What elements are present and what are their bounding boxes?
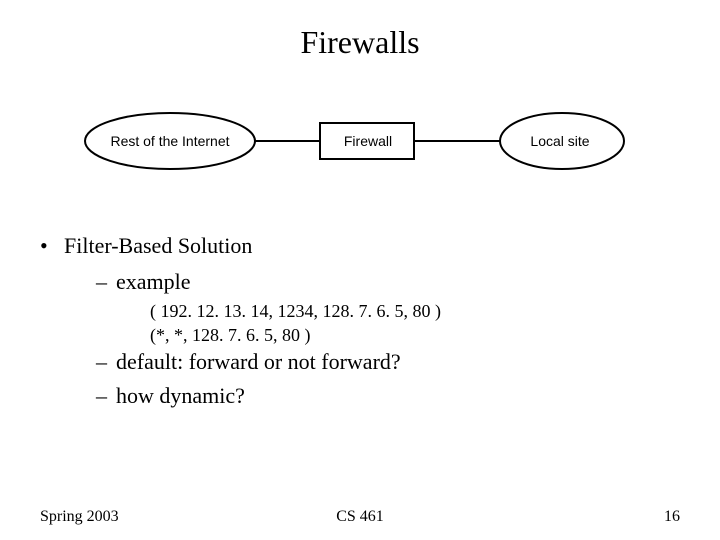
diagram-label-internet: Rest of the Internet: [90, 133, 250, 149]
firewall-diagram: Rest of the Internet Firewall Local site: [0, 101, 720, 191]
bullet-l2c-text: how dynamic?: [116, 381, 245, 411]
bullet-level2: – example: [96, 267, 720, 297]
bullet-level2: – default: forward or not forward?: [96, 347, 720, 377]
dash-icon: –: [96, 381, 116, 411]
content-body: • Filter-Based Solution – example ( 192.…: [0, 231, 720, 411]
slide: Firewalls Rest of the Internet Firewall …: [0, 0, 720, 540]
code-line-1: ( 192. 12. 13. 14, 1234, 128. 7. 6. 5, 8…: [150, 300, 720, 323]
bullet-dot-icon: •: [40, 231, 64, 261]
dash-icon: –: [96, 267, 116, 297]
code-line-2: (*, *, 128. 7. 6. 5, 80 ): [150, 324, 720, 347]
bullet-l1-text: Filter-Based Solution: [64, 231, 252, 261]
bullet-level2: – how dynamic?: [96, 381, 720, 411]
bullet-l2a-text: example: [116, 267, 191, 297]
bullet-l2b-text: default: forward or not forward?: [116, 347, 401, 377]
footer-page-number: 16: [664, 508, 680, 526]
footer-course: CS 461: [0, 508, 720, 526]
slide-title: Firewalls: [0, 0, 720, 61]
dash-icon: –: [96, 347, 116, 377]
diagram-label-firewall: Firewall: [318, 133, 418, 149]
diagram-label-local: Local site: [500, 133, 620, 149]
bullet-level1: • Filter-Based Solution: [40, 231, 720, 261]
